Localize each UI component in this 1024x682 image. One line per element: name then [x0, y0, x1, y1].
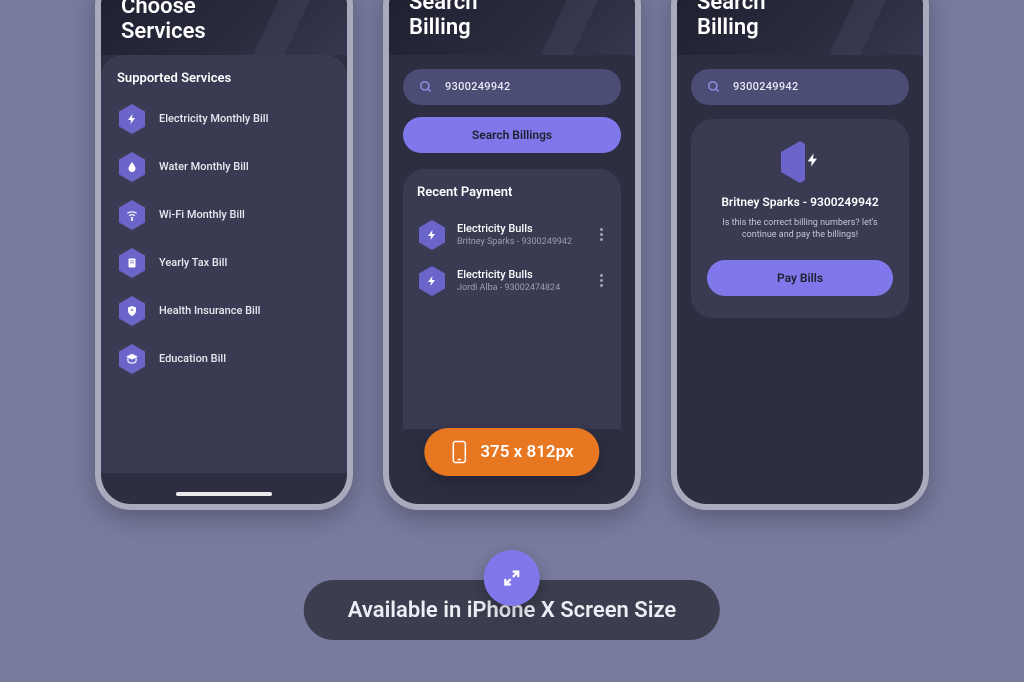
payment-sub: Britney Sparks - 9300249942: [457, 237, 572, 247]
bolt-icon: [779, 141, 821, 183]
bolt-icon: [417, 220, 447, 250]
service-label: Yearly Tax Bill: [159, 256, 227, 269]
search-input[interactable]: 9300249942: [691, 69, 909, 105]
screen-header: SearchBilling: [389, 0, 635, 55]
home-indicator[interactable]: [176, 492, 272, 496]
page-title: ChooseServices: [121, 0, 327, 45]
phone-billing-result: SearchBilling 9300249942 Britney Sparks …: [671, 0, 929, 510]
service-item[interactable]: Yearly Tax Bill: [117, 242, 331, 284]
billing-name: Britney Sparks - 9300249942: [707, 195, 893, 209]
more-icon[interactable]: [596, 270, 607, 291]
pay-bills-button[interactable]: Pay Bills: [707, 260, 893, 296]
service-label: Electricity Monthly Bill: [159, 112, 268, 125]
shield-icon: [117, 296, 147, 326]
search-value: 9300249942: [445, 80, 511, 93]
page-title: SearchBilling: [409, 0, 615, 41]
screen-header: SearchBilling: [677, 0, 923, 55]
bolt-icon: [117, 104, 147, 134]
confirm-text: Is this the correct billing numbers? let…: [707, 217, 893, 242]
wifi-icon: [117, 200, 147, 230]
service-label: Water Monthly Bill: [159, 160, 249, 173]
more-icon[interactable]: [596, 224, 607, 245]
phone-choose-services: ChooseServices Supported Services Electr…: [95, 0, 353, 510]
payment-title: Electricity Bulls: [457, 268, 560, 281]
recent-payment-panel: Recent Payment Electricity Bulls Britney …: [403, 169, 621, 429]
service-label: Wi-Fi Monthly Bill: [159, 208, 245, 221]
service-item[interactable]: Health Insurance Bill: [117, 290, 331, 332]
panel-title: Supported Services: [117, 71, 331, 86]
doc-icon: [117, 248, 147, 278]
bolt-icon: [417, 266, 447, 296]
banner: Available in iPhone X Screen Size: [304, 550, 720, 640]
result-card: Britney Sparks - 9300249942 Is this the …: [691, 119, 909, 318]
service-item[interactable]: Water Monthly Bill: [117, 146, 331, 188]
expand-icon[interactable]: [484, 550, 540, 606]
search-icon: [419, 80, 433, 94]
drop-icon: [117, 152, 147, 182]
recent-payment-item[interactable]: Electricity Bulls Jordi Alba - 9300247482…: [417, 258, 607, 304]
payment-sub: Jordi Alba - 93002474824: [457, 283, 560, 293]
service-item[interactable]: Electricity Monthly Bill: [117, 98, 331, 140]
search-input[interactable]: 9300249942: [403, 69, 621, 105]
search-billings-button[interactable]: Search Billings: [403, 117, 621, 153]
service-label: Education Bill: [159, 352, 226, 365]
service-item[interactable]: Wi-Fi Monthly Bill: [117, 194, 331, 236]
service-label: Health Insurance Bill: [159, 304, 260, 317]
search-value: 9300249942: [733, 80, 799, 93]
services-panel: Supported Services Electricity Monthly B…: [101, 55, 347, 473]
dimensions-pill: 375 x 812px: [424, 428, 599, 476]
payment-title: Electricity Bulls: [457, 222, 572, 235]
search-icon: [707, 80, 721, 94]
phone-icon: [450, 440, 468, 464]
recent-payment-item[interactable]: Electricity Bulls Britney Sparks - 930024…: [417, 212, 607, 258]
service-item[interactable]: Education Bill: [117, 338, 331, 380]
page-title: SearchBilling: [697, 0, 903, 41]
dimensions-text: 375 x 812px: [480, 442, 573, 462]
recent-title: Recent Payment: [417, 185, 607, 200]
screen-header: ChooseServices: [101, 0, 347, 55]
grad-icon: [117, 344, 147, 374]
